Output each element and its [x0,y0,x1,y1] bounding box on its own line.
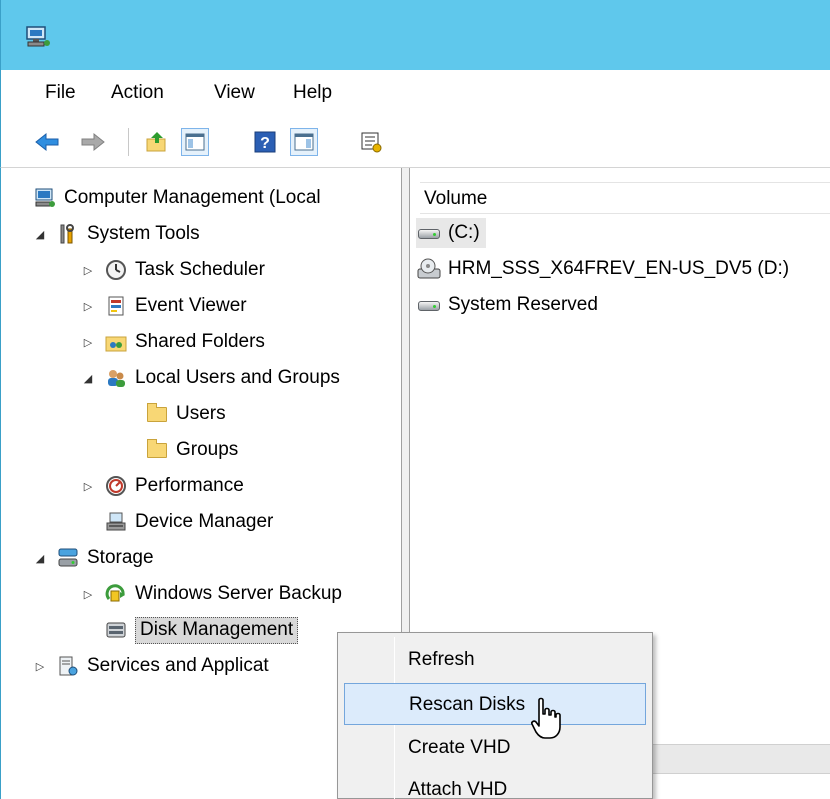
context-menu: Refresh Rescan Disks Create VHD Attach V… [337,632,653,799]
tree-label: Groups [176,439,239,460]
tree-item-task-scheduler[interactable]: ▷ Task Scheduler [81,254,265,286]
tree-item-users[interactable]: Users [146,398,226,430]
volume-row[interactable]: System Reserved [416,290,598,320]
title-bar [0,0,830,70]
tree-item-computer-management[interactable]: Computer Management (Local [34,182,321,214]
device-manager-icon [105,511,127,533]
shared-folder-icon [105,331,127,353]
expand-icon[interactable]: ▷ [81,299,95,313]
up-folder-icon[interactable] [143,128,171,156]
toolbar-separator [128,128,129,156]
folder-icon [146,439,168,461]
tree-item-disk-management[interactable]: Disk Management [105,614,299,646]
storage-icon [57,547,79,569]
toolbar: ? [0,116,830,168]
users-groups-icon [105,367,127,389]
drive-icon [416,294,444,316]
tree-item-performance[interactable]: ▷ Performance [81,470,244,502]
tree-label: Event Viewer [135,295,247,316]
menu-item-create-vhd[interactable]: Create VHD [344,727,646,769]
tree-label: System Tools [87,223,200,244]
event-viewer-icon [105,295,127,317]
menu-item-label: Create VHD [408,737,511,758]
clock-icon [105,259,127,281]
menu-item-attach-vhd[interactable]: Attach VHD [344,769,646,799]
tree-item-windows-server-backup[interactable]: ▷ Windows Server Backup [81,578,342,610]
tree-label: Local Users and Groups [135,367,340,388]
expand-icon[interactable]: ▷ [33,659,47,673]
tree-label: Shared Folders [135,331,265,352]
svg-text:?: ? [260,135,270,152]
tree-label: Disk Management [135,616,299,644]
tools-icon [57,223,79,245]
hand-pointer-icon [531,697,561,739]
performance-gauge-icon [105,475,127,497]
column-header-volume[interactable]: Volume [420,182,830,214]
action-pane-icon[interactable] [290,128,318,156]
expand-icon[interactable]: ▷ [81,335,95,349]
tree-label: Windows Server Backup [135,583,342,604]
tree-label: Device Manager [135,511,274,532]
tree-item-event-viewer[interactable]: ▷ Event Viewer [81,290,247,322]
menu-item-label: Refresh [408,649,475,670]
menu-view[interactable]: View [214,82,255,104]
drive-icon [416,222,444,244]
volume-name: HRM_SSS_X64FREV_EN-US_DV5 (D:) [448,258,790,279]
help-icon[interactable]: ? [251,128,279,156]
collapse-icon[interactable]: ◢ [81,371,95,385]
disk-management-icon [105,619,127,641]
expand-icon[interactable]: ▷ [81,587,95,601]
tree-item-shared-folders[interactable]: ▷ Shared Folders [81,326,265,358]
tree-item-system-tools[interactable]: ◢ System Tools [33,218,200,250]
menu-item-label: Attach VHD [408,779,508,799]
tree-item-services-applications[interactable]: ▷ Services and Applicat [33,650,269,682]
menu-bar: File Action View Help [0,70,830,116]
tree-label: Task Scheduler [135,259,265,280]
backup-icon [105,583,127,605]
tree-label: Computer Management (Local [64,187,321,208]
volume-row[interactable]: HRM_SSS_X64FREV_EN-US_DV5 (D:) [416,254,789,284]
tree-label: Users [176,403,226,424]
volume-name: System Reserved [448,294,598,315]
tree-item-storage[interactable]: ◢ Storage [33,542,154,574]
tree-item-groups[interactable]: Groups [146,434,238,466]
computer-management-icon[interactable] [25,26,51,48]
expand-icon[interactable]: ▷ [81,263,95,277]
volume-row[interactable]: (C:) [416,218,486,248]
forward-icon[interactable] [79,128,107,156]
tree-label: Performance [135,475,244,496]
menu-action[interactable]: Action [111,82,164,104]
folder-icon [146,403,168,425]
menu-item-refresh[interactable]: Refresh [344,639,646,681]
tree-label: Services and Applicat [87,655,269,676]
collapse-icon[interactable]: ◢ [33,227,47,241]
console-tree-icon[interactable] [181,128,209,156]
back-icon[interactable] [33,128,61,156]
dvd-drive-icon [416,258,444,280]
tree-item-local-users-groups[interactable]: ◢ Local Users and Groups [81,362,340,394]
volume-name: (C:) [448,222,480,243]
tree-label: Storage [87,547,154,568]
tree-item-device-manager[interactable]: Device Manager [105,506,273,538]
computer-management-icon [34,187,56,209]
properties-icon[interactable] [357,128,385,156]
menu-item-label: Rescan Disks [409,694,526,715]
menu-file[interactable]: File [45,82,76,104]
menu-item-rescan-disks[interactable]: Rescan Disks [344,683,646,725]
horizontal-scrollbar[interactable] [640,744,830,774]
menu-help[interactable]: Help [293,82,332,104]
services-icon [57,655,79,677]
collapse-icon[interactable]: ◢ [33,551,47,565]
column-header-label: Volume [424,188,488,209]
expand-icon[interactable]: ▷ [81,479,95,493]
